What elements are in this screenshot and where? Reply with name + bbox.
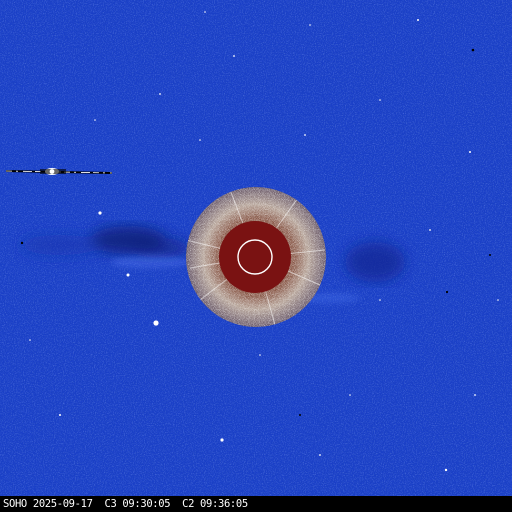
coronagraph-image [0,0,512,496]
occulting-disk [219,221,291,293]
image-caption: SOHO 2025-09-17 C3 09:30:05 C2 09:36:05 [3,498,248,510]
